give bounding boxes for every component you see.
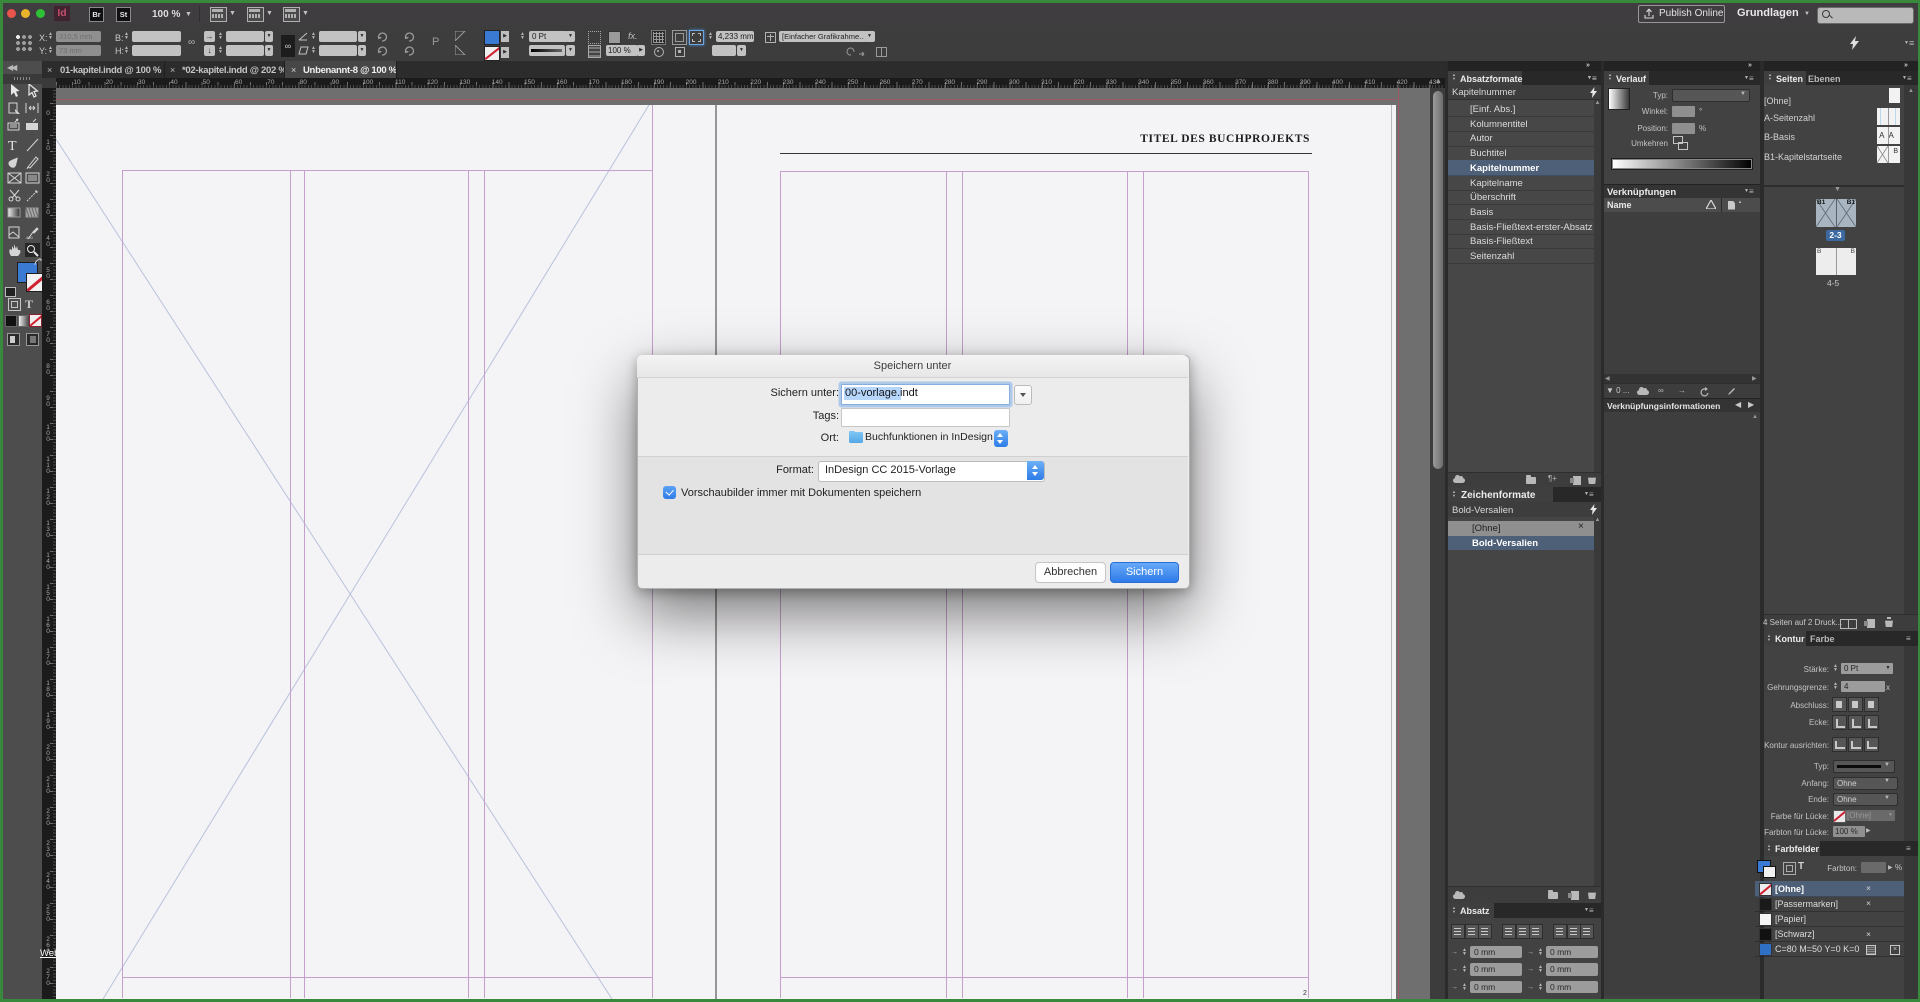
svg-text:400: 400 xyxy=(26,235,33,240)
svg-text:T: T xyxy=(8,139,17,152)
